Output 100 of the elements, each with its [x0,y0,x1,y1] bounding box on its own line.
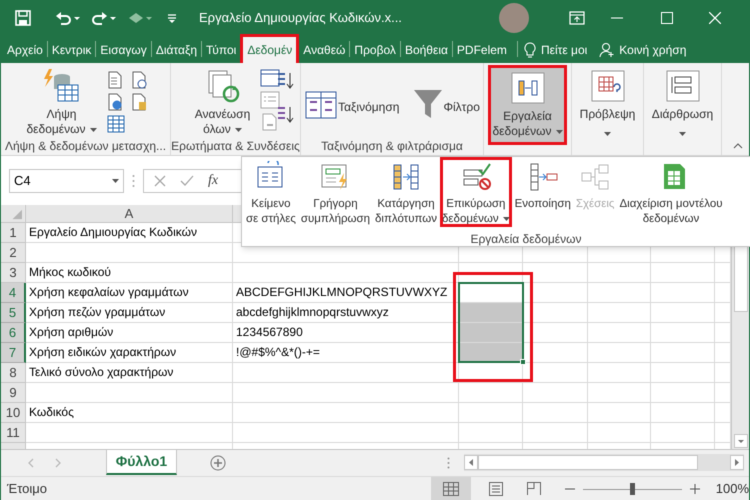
sheet-tab[interactable]: Φύλλο1 [106,450,177,475]
zoom-in-icon[interactable] [690,484,700,494]
grid-cell [523,283,588,303]
ribbon-tab[interactable]: Δεδομέν [243,37,296,63]
ribbon-tab[interactable]: Αναθεώ [299,37,350,63]
touch-mode-icon[interactable] [127,10,153,26]
avatar [499,3,529,33]
ribbon-button[interactable]: Κατάργηση διπλότυπων [372,157,440,227]
ribbon-display-options-icon[interactable] [569,11,585,25]
enter-icon[interactable] [180,174,194,186]
add-sheet-icon[interactable] [210,455,226,471]
grid-cell: Μήκος κωδικού [26,263,233,283]
group-label: Εργαλεία δεδομένων [469,231,583,246]
ribbon-tab[interactable]: Διάταξη [152,37,201,63]
row-header[interactable]: 11 [1,423,26,443]
group-label: Ερωτήματα & Συνδέσεις [171,139,300,153]
slider-thumb[interactable] [630,483,636,495]
grid-cell [588,423,651,443]
collapse-ribbon-icon[interactable] [733,143,743,149]
tell-me-box[interactable]: Πείτε μοι [518,37,594,63]
grid-cell [459,323,523,343]
document-globe-icon [106,93,124,111]
grid-cell: Τελικό σύνολο χαρακτήρων [26,363,233,383]
ribbon-button[interactable]: Διάρθρωση [644,63,721,137]
ribbon-tab[interactable]: Κεντρικ [48,37,96,63]
row-header[interactable]: 10 [1,403,26,423]
window-list-icon [260,69,280,87]
scroll-thumb[interactable] [478,455,698,470]
data-validation-icon [460,161,491,191]
ribbon-button[interactable]: Πρόβλεψη [572,63,643,137]
split-handle-icon[interactable] [447,457,450,469]
ribbon-button[interactable]: Ταξινόμηση [300,63,404,137]
save-icon[interactable] [15,10,31,26]
close-icon[interactable] [709,12,721,24]
column-header[interactable]: A [26,205,233,223]
ribbon-tab[interactable]: Αρχείο [3,37,47,63]
row-header[interactable]: 6 [1,323,26,343]
caret-icon [679,132,686,136]
ribbon-button[interactable]: Εργαλεία δεδομένων [488,65,567,145]
row-header[interactable]: 8 [1,363,26,383]
ribbon-tab[interactable]: Εισαγωγ [96,37,151,63]
ribbon-button[interactable]: Φίλτρο [409,63,484,137]
row-header[interactable]: 9 [1,383,26,403]
row-header[interactable]: 5 [1,303,26,323]
redo-icon[interactable] [91,10,117,26]
horizontal-scrollbar[interactable] [464,454,744,471]
document-database-icon [130,93,148,111]
group-label: Λήψη & δεδομένων μετασχη... [4,139,166,153]
ribbon-button[interactable]: Ανανέωση όλων [190,63,254,137]
grid-cell [651,423,715,443]
ribbon-tab[interactable]: Τύποι [202,37,240,63]
caret-icon [90,128,96,132]
grid-cell: Χρήση αριθμών [26,323,233,343]
grid-cell: !@#$%^&*()-+= [233,343,459,363]
scroll-down-icon[interactable] [734,434,748,448]
grid-cell [459,423,523,443]
ribbon-button[interactable]: Λήψη δεδομένων [22,63,100,137]
ribbon-tab[interactable]: Προβολ [350,37,400,63]
caret-icon [112,178,119,182]
document-icon [106,71,124,89]
scroll-left-icon[interactable] [464,455,478,470]
share-button[interactable]: Κοινή χρήση [599,37,686,63]
table-icon [106,115,124,133]
grid-cell [651,403,715,423]
row-header[interactable]: 7 [1,343,26,363]
scroll-right-icon[interactable] [730,455,744,470]
page-layout-icon[interactable] [489,482,504,496]
ribbon-button[interactable]: Κείμενο σε στήλες [244,157,298,227]
maximize-icon[interactable] [661,12,673,24]
ribbon-button[interactable]: Ενοποίηση [512,157,573,227]
row-header[interactable]: 4 [1,283,26,303]
row-header[interactable]: 1 [1,223,26,243]
row-header[interactable]: 3 [1,263,26,283]
name-box[interactable]: C4 [9,168,124,192]
grid-cell [651,263,715,283]
ribbon-tab[interactable]: Βοήθεια [400,37,452,63]
zoom-level[interactable]: 100% [716,479,749,499]
customize-toolbar-icon[interactable] [167,13,177,23]
cancel-icon[interactable] [154,174,166,186]
zoom-slider[interactable] [583,483,682,495]
grid-cell: abcdefghijklmnopqrstuvwxyz [233,303,459,323]
grid-cell [588,323,651,343]
grid-cell [588,403,651,423]
ribbon-button[interactable]: Διαχείριση μοντέλου δεδομένων [617,157,725,227]
grid-cell [588,363,651,383]
ribbon-button[interactable]: Γρήγορη συμπλήρωση [298,157,372,227]
grid-cell: Χρήση κεφαλαίων γραμμάτων [26,283,233,303]
grid-cell [588,283,651,303]
grid-cell [588,383,651,403]
ribbon-tab[interactable]: PDFelem [452,37,511,63]
normal-view-icon[interactable] [431,477,472,500]
row-header[interactable]: 2 [1,243,26,263]
sort-icon [304,90,338,120]
grid-cell [459,403,523,423]
ribbon-button[interactable]: Επικύρωση δεδομένων [440,157,512,227]
grid-cell [523,383,588,403]
insert-function-button[interactable]: fx [208,170,218,191]
undo-icon[interactable] [55,10,81,26]
fill-handle[interactable] [520,359,526,365]
page-break-icon[interactable] [527,482,542,496]
